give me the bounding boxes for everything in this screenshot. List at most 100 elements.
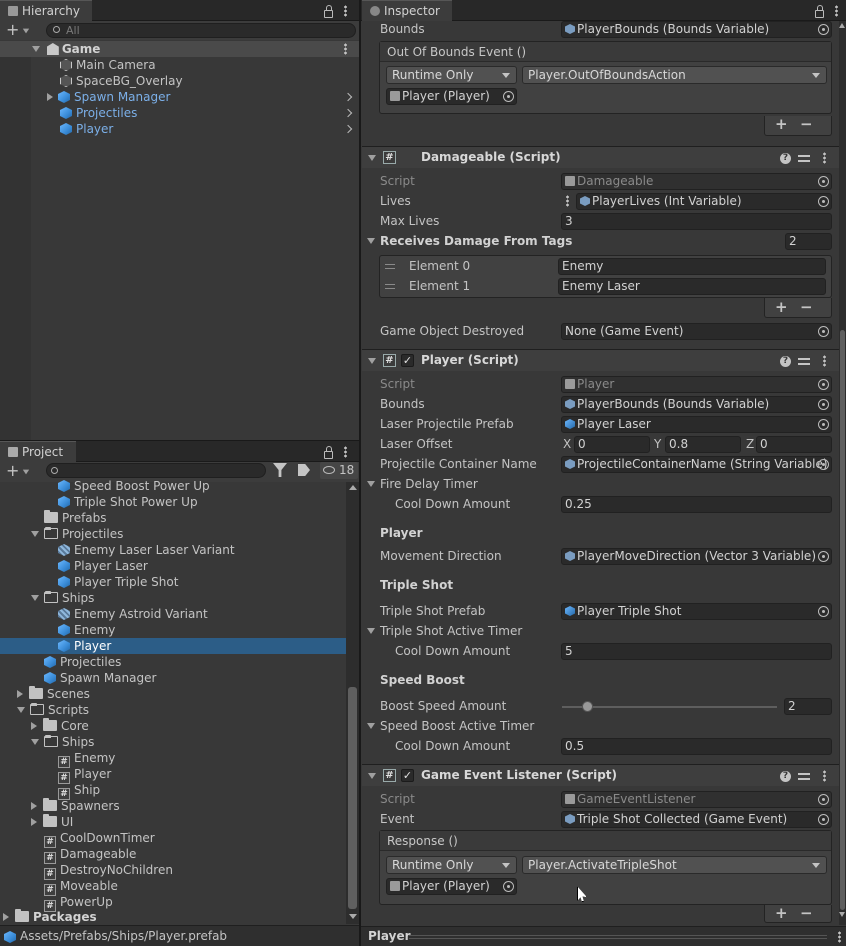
collapse-arrow[interactable]	[368, 773, 376, 779]
add-listener-button[interactable]: +	[775, 904, 788, 922]
collapse-arrow[interactable]	[368, 155, 376, 161]
destroyed-event-field[interactable]: None (Game Event)	[561, 323, 832, 340]
tree-item[interactable]: Enemy Astroid Variant	[58, 606, 208, 622]
presets-icon[interactable]	[798, 356, 810, 366]
object-picker-icon[interactable]	[818, 24, 829, 35]
tree-item[interactable]: Spawners	[31, 798, 120, 814]
tree-item[interactable]: Packages	[3, 909, 97, 925]
response-target-field[interactable]: Player (Player)	[386, 878, 517, 895]
create-button[interactable]: +	[6, 20, 30, 39]
add-element-button[interactable]: +	[775, 298, 788, 316]
remove-listener-button[interactable]: −	[800, 115, 813, 133]
object-picker-icon[interactable]	[818, 196, 829, 207]
object-picker-icon[interactable]	[818, 419, 829, 430]
enabled-checkbox[interactable]: ✓	[401, 354, 414, 367]
event-field[interactable]: Triple Shot Collected (Game Event)	[561, 811, 832, 828]
tree-item[interactable]: # Moveable	[44, 878, 118, 896]
tree-item[interactable]: Player Triple Shot	[58, 574, 178, 590]
scroll-thumb[interactable]	[840, 330, 845, 910]
project-search[interactable]	[46, 463, 266, 478]
offset-z-input[interactable]: 0	[756, 436, 832, 453]
scroll-down-arrow[interactable]	[349, 914, 357, 919]
hierarchy-item[interactable]: SpaceBG_Overlay	[60, 73, 183, 89]
add-listener-button[interactable]: +	[775, 115, 788, 133]
help-icon[interactable]: ?	[780, 356, 791, 367]
collapse-arrow[interactable]	[368, 358, 376, 364]
remove-listener-button[interactable]: −	[800, 904, 813, 922]
menu-kebab-icon[interactable]	[344, 446, 347, 461]
tab-inspector[interactable]: Inspector	[362, 0, 452, 21]
tree-item[interactable]: # Player	[58, 766, 111, 784]
y-label[interactable]: Y	[654, 437, 661, 451]
tree-item[interactable]: # Damageable	[44, 846, 136, 864]
lives-field[interactable]: PlayerLives (Int Variable)	[576, 193, 832, 210]
triple-shot-prefab-field[interactable]: Player Triple Shot	[561, 603, 832, 620]
preview-menu-icon[interactable]	[838, 931, 841, 943]
expand-arrow[interactable]	[31, 531, 39, 537]
move-direction-field[interactable]: PlayerMoveDirection (Vector 3 Variable)	[561, 548, 832, 565]
hierarchy-item[interactable]: Main Camera	[60, 57, 156, 73]
max-lives-input[interactable]: 3	[561, 213, 832, 230]
menu-kebab-icon[interactable]	[835, 5, 838, 20]
tree-item[interactable]: # Enemy	[58, 750, 115, 768]
x-label[interactable]: X	[563, 437, 571, 451]
offset-y-input[interactable]: 0.8	[665, 436, 741, 453]
tree-item[interactable]: Player Laser	[58, 558, 148, 574]
triple-cooldown-input[interactable]: 5	[561, 643, 832, 660]
bounds-field[interactable]: PlayerBounds (Bounds Variable)	[561, 396, 832, 413]
component-menu-icon[interactable]	[823, 770, 826, 782]
lock-icon[interactable]	[815, 5, 824, 21]
foldout-label[interactable]: Fire Delay Timer	[367, 477, 478, 491]
object-picker-icon[interactable]	[503, 881, 514, 892]
lock-icon[interactable]	[324, 446, 333, 462]
expand-arrow[interactable]	[17, 707, 25, 713]
scroll-up-arrow[interactable]	[839, 23, 845, 28]
scene-menu-icon[interactable]	[344, 43, 347, 58]
offset-x-input[interactable]: 0	[574, 436, 650, 453]
tree-item[interactable]: Enemy Laser Laser Variant	[58, 542, 235, 558]
hierarchy-item[interactable]: Spawn Manager	[47, 89, 170, 105]
object-picker-icon[interactable]	[818, 606, 829, 617]
scroll-thumb[interactable]	[348, 687, 357, 909]
tree-item[interactable]: Triple Shot Power Up	[58, 494, 198, 510]
object-picker-icon[interactable]	[818, 551, 829, 562]
element-0-input[interactable]: Enemy	[558, 258, 826, 275]
tree-item[interactable]: Prefabs	[44, 510, 107, 526]
expand-arrow[interactable]	[31, 739, 39, 745]
listener-header[interactable]: # ✓ Game Event Listener (Script) ?	[362, 764, 840, 786]
object-picker-icon[interactable]	[503, 91, 514, 102]
hierarchy-item[interactable]: Player	[60, 121, 113, 137]
list-foldout-label[interactable]: Receives Damage From Tags	[367, 234, 572, 248]
bounds-field[interactable]: PlayerBounds (Bounds Variable)	[561, 21, 832, 38]
object-picker-icon[interactable]	[818, 399, 829, 410]
remove-element-button[interactable]: −	[800, 298, 813, 316]
boost-slider-track[interactable]	[562, 706, 777, 708]
menu-kebab-icon[interactable]	[344, 5, 347, 20]
damageable-header[interactable]: # Damageable (Script) ?	[362, 146, 840, 168]
expand-arrow[interactable]	[31, 722, 37, 730]
object-picker-icon[interactable]	[818, 459, 829, 470]
object-picker-icon[interactable]	[818, 814, 829, 825]
presets-icon[interactable]	[798, 153, 810, 163]
event-target-field[interactable]: Player (Player)	[386, 88, 517, 105]
runtime-dropdown[interactable]: Runtime Only	[386, 856, 517, 874]
expand-arrow[interactable]	[17, 690, 23, 698]
scroll-down-arrow[interactable]	[839, 912, 845, 917]
tree-item[interactable]: Core	[31, 718, 89, 734]
tree-item[interactable]: Spawn Manager	[44, 670, 156, 686]
method-dropdown[interactable]: Player.ActivateTripleShot	[522, 856, 827, 874]
chevron-right-icon[interactable]	[343, 108, 353, 118]
player-script-header[interactable]: # ✓ Player (Script) ?	[362, 349, 840, 371]
foldout-label[interactable]: Triple Shot Active Timer	[367, 624, 522, 638]
expand-arrow[interactable]	[31, 818, 37, 826]
tree-item[interactable]: Projectiles	[31, 526, 123, 542]
boost-amount-input[interactable]: 2	[784, 698, 832, 715]
expand-arrow[interactable]	[31, 802, 37, 810]
presets-icon[interactable]	[798, 771, 810, 781]
field-menu-icon[interactable]	[566, 195, 569, 207]
foldout-label[interactable]: Speed Boost Active Timer	[367, 719, 534, 733]
chevron-right-icon[interactable]	[343, 92, 353, 102]
tab-project[interactable]: Project	[0, 441, 76, 462]
tree-item[interactable]: # PowerUp	[44, 894, 113, 912]
tree-item[interactable]: # CoolDownTimer	[44, 830, 155, 848]
